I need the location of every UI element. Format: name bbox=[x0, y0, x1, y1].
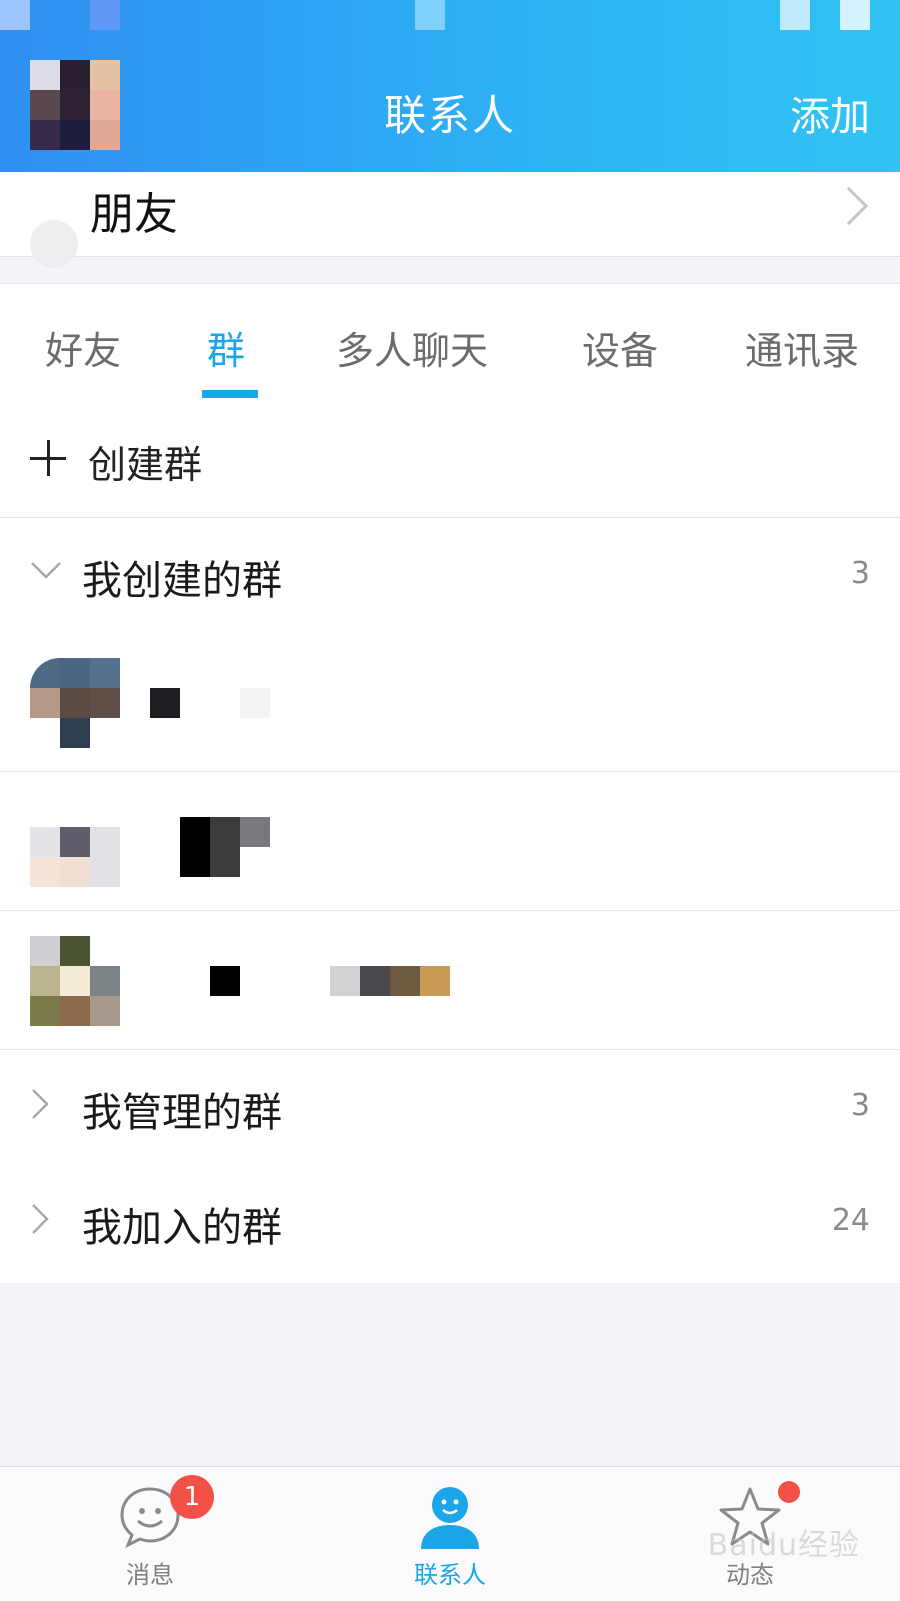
create-group-button[interactable]: 创建群 bbox=[0, 402, 900, 518]
redacted-name bbox=[330, 966, 360, 996]
active-tab-indicator bbox=[202, 390, 258, 398]
friends-icon bbox=[30, 220, 78, 268]
redacted-name bbox=[150, 688, 180, 718]
friends-entry[interactable]: 朋友 bbox=[0, 172, 900, 268]
tabbar-contacts[interactable]: 联系人 bbox=[300, 1467, 600, 1601]
tabbar-messages[interactable]: 1 消息 bbox=[0, 1467, 300, 1601]
tab-multi-chat[interactable]: 多人聊天 bbox=[336, 320, 488, 375]
plus-icon bbox=[30, 440, 66, 476]
managed-groups-count: 3 bbox=[850, 1088, 870, 1123]
tab-groups[interactable]: 群 bbox=[207, 320, 245, 375]
created-groups-header[interactable]: 我创建的群 3 bbox=[0, 518, 900, 633]
tab-friends[interactable]: 好友 bbox=[45, 320, 121, 375]
group-avatar bbox=[30, 658, 120, 748]
tab-address-book[interactable]: 通讯录 bbox=[745, 320, 859, 375]
watermark: Baidu经验 bbox=[707, 1528, 860, 1563]
group-item[interactable] bbox=[0, 772, 900, 911]
new-activity-dot bbox=[778, 1481, 800, 1503]
redacted-name bbox=[210, 966, 240, 996]
redacted-name bbox=[180, 817, 210, 877]
chevron-right-icon bbox=[32, 1204, 49, 1234]
redacted-name bbox=[420, 966, 450, 996]
friends-label: 朋友 bbox=[90, 189, 178, 240]
created-groups-count: 3 bbox=[850, 556, 870, 591]
tabbar-messages-label: 消息 bbox=[126, 1561, 174, 1589]
created-groups-label: 我创建的群 bbox=[82, 558, 282, 604]
chevron-right-icon bbox=[846, 186, 869, 226]
contact-tabs: 好友 群 多人聊天 设备 通讯录 bbox=[0, 283, 900, 403]
group-item[interactable] bbox=[0, 911, 900, 1050]
empty-area bbox=[0, 1283, 900, 1466]
joined-groups-header[interactable]: 我加入的群 24 bbox=[0, 1165, 900, 1283]
group-avatar bbox=[30, 936, 120, 1026]
create-group-label: 创建群 bbox=[88, 443, 203, 487]
redacted-name bbox=[240, 817, 270, 847]
group-avatar bbox=[30, 797, 120, 887]
group-item[interactable] bbox=[0, 633, 900, 772]
top-header: 联系人 添加 bbox=[0, 0, 900, 172]
managed-groups-header[interactable]: 我管理的群 3 bbox=[0, 1050, 900, 1165]
redacted-name bbox=[360, 966, 390, 996]
managed-groups-label: 我管理的群 bbox=[82, 1090, 282, 1136]
unread-badge: 1 bbox=[170, 1475, 214, 1519]
joined-groups-label: 我加入的群 bbox=[82, 1205, 282, 1251]
redacted-name bbox=[210, 817, 240, 877]
redacted-name bbox=[390, 966, 420, 996]
tab-devices[interactable]: 设备 bbox=[582, 320, 658, 375]
tabbar-contacts-label: 联系人 bbox=[414, 1561, 486, 1589]
chevron-right-icon bbox=[32, 1089, 49, 1119]
add-button[interactable]: 添加 bbox=[790, 84, 870, 142]
contacts-person-icon bbox=[421, 1487, 479, 1549]
redacted-name bbox=[240, 688, 270, 718]
page-title: 联系人 bbox=[383, 91, 516, 140]
chevron-down-icon bbox=[31, 562, 61, 579]
joined-groups-count: 24 bbox=[831, 1203, 870, 1238]
